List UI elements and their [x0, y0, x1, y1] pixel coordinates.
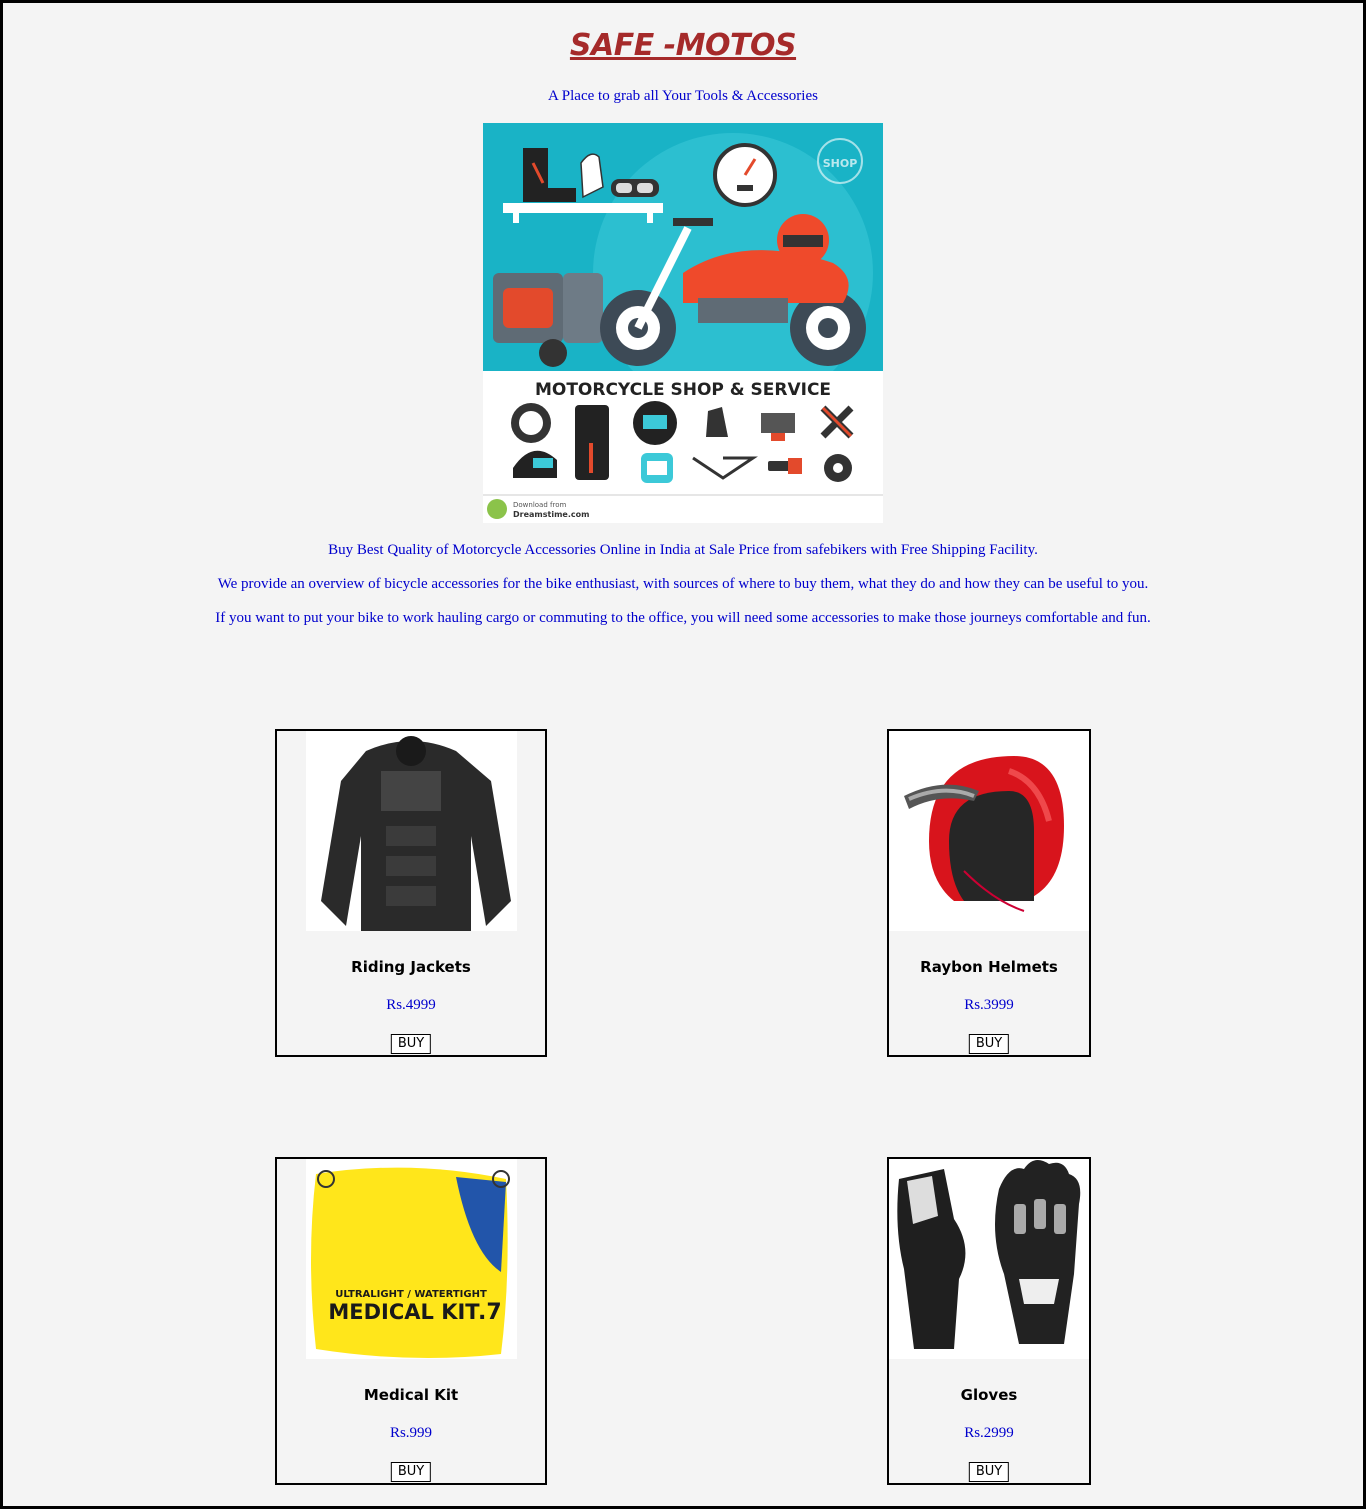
jacket-icon: [306, 731, 517, 931]
product-name: Riding Jackets: [351, 958, 471, 976]
description-line-3: If you want to put your bike to work hau…: [215, 610, 1151, 626]
kit-label-main: MEDICAL KIT: [328, 1300, 480, 1324]
product-price: Rs.3999: [964, 997, 1014, 1013]
product-card-gloves: Gloves Rs.2999 BUY: [887, 1157, 1091, 1485]
credit-site: Dreamstime.com: [513, 510, 589, 519]
description-line-1: Buy Best Quality of Motorcycle Accessori…: [328, 542, 1038, 558]
medical-kit-icon: ULTRALIGHT / WATERTIGHT MEDICAL KIT .7: [306, 1159, 517, 1359]
kit-label-top: ULTRALIGHT / WATERTIGHT: [335, 1289, 487, 1300]
product-price: Rs.2999: [964, 1425, 1014, 1441]
page-title: SAFE -MOTOS: [569, 28, 797, 63]
hero-image: SHOP MOTORCYCLE SHOP & SERVICE Download …: [483, 123, 883, 523]
product-card-medical-kit: ULTRALIGHT / WATERTIGHT MEDICAL KIT .7 M…: [275, 1157, 547, 1485]
product-card-riding-jackets: Riding Jackets Rs.4999 BUY: [275, 729, 547, 1057]
product-card-raybon-helmets: Raybon Helmets Rs.3999 BUY: [887, 729, 1091, 1057]
buy-button[interactable]: BUY: [390, 1462, 432, 1482]
buy-button[interactable]: BUY: [390, 1034, 432, 1054]
shop-sign-text: SHOP: [823, 157, 858, 170]
kit-label-number: .7: [478, 1300, 502, 1325]
description-line-2: We provide an overview of bicycle access…: [217, 576, 1149, 592]
product-name: Raybon Helmets: [920, 958, 1058, 976]
product-price: Rs.999: [389, 1425, 433, 1441]
product-name: Medical Kit: [363, 1386, 459, 1404]
product-name: Gloves: [960, 1386, 1018, 1404]
buy-button[interactable]: BUY: [968, 1462, 1010, 1482]
buy-button[interactable]: BUY: [968, 1034, 1010, 1054]
credit-line: Download from: [513, 501, 566, 509]
gloves-icon: [889, 1159, 1089, 1359]
product-price: Rs.4999: [386, 997, 436, 1013]
tagline: A Place to grab all Your Tools & Accesso…: [548, 88, 818, 104]
banner-text: MOTORCYCLE SHOP & SERVICE: [535, 380, 831, 400]
helmet-icon: [889, 731, 1089, 931]
